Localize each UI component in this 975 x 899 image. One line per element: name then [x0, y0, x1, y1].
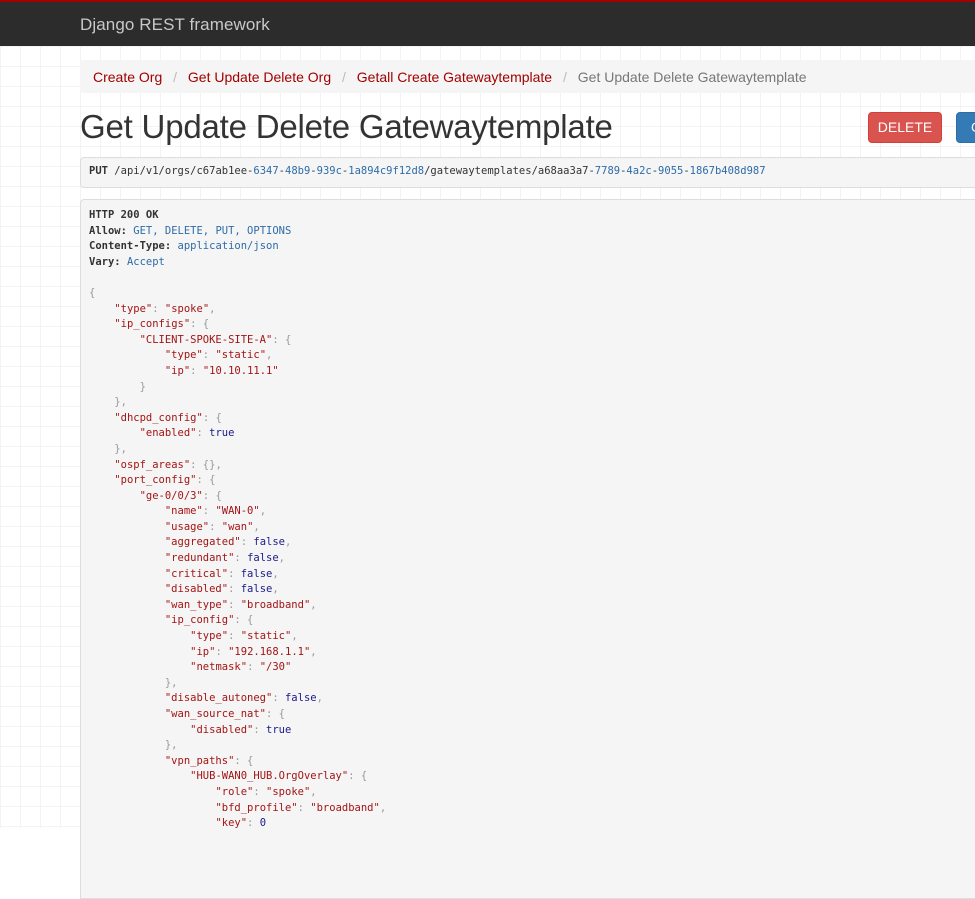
json-line: "type": "spoke",	[114, 302, 216, 315]
breadcrumb-item-active: Get Update Delete Gatewaytemplate	[577, 69, 807, 85]
json-line: "type": "static",	[164, 349, 273, 362]
json-line: "role": "spoke",	[215, 785, 317, 798]
json-line: "usage": "wan",	[164, 520, 260, 533]
json-line: "ge-0/0/3": {	[139, 489, 222, 502]
request-method: PUT	[89, 165, 108, 177]
json-line: "wan_type": "broadband",	[164, 598, 317, 611]
json-line: "HUB-WAN0_HUB.OrgOverlay": {	[190, 770, 368, 783]
json-line: "name": "WAN-0",	[164, 505, 267, 518]
breadcrumb-item-getall-create-gatewaytemplate[interactable]: Getall Create Gatewaytemplate	[357, 69, 552, 85]
json-line: {	[89, 286, 96, 299]
page-title: Get Update Delete Gatewaytemplate	[80, 108, 613, 145]
json-line: }	[139, 380, 146, 393]
json-line: "critical": false,	[164, 567, 279, 580]
json-line: "disable_autoneg": false,	[164, 692, 323, 705]
json-line: },	[164, 739, 178, 752]
brand-link[interactable]: Django REST framework	[80, 15, 270, 35]
response-body: { "type": "spoke", "ip_configs": { "CLIE…	[89, 286, 971, 832]
response-header: Allow: GET, DELETE, PUT, OPTIONS	[89, 224, 292, 237]
json-line: "ip": "192.168.1.1",	[190, 645, 317, 658]
delete-button[interactable]: DELETE	[868, 112, 942, 143]
navbar: Django REST framework	[0, 0, 975, 46]
json-line: "type": "static",	[190, 630, 298, 643]
json-line: "wan_source_nat": {	[164, 708, 285, 720]
json-line: "ospf_areas": {},	[114, 458, 222, 471]
json-line: },	[114, 442, 127, 455]
breadcrumb-item-create-org[interactable]: Create Org	[93, 69, 162, 85]
json-line: "redundant": false,	[164, 552, 285, 565]
json-line: "netmask": "/30"	[190, 661, 292, 674]
json-line: "vpn_paths": {	[164, 754, 254, 767]
json-line: "ip": "10.10.11.1"	[164, 364, 279, 377]
response-header: Vary: Accept	[89, 255, 165, 268]
json-line: "aggregated": false,	[164, 536, 292, 549]
json-line: "disabled": false,	[164, 583, 279, 596]
json-line: "port_config": {	[114, 474, 216, 487]
json-line: "disabled": true	[190, 723, 292, 736]
json-line: "dhcpd_config": {	[114, 411, 222, 424]
json-line: "CLIENT-SPOKE-SITE-A": {	[139, 333, 292, 346]
response-panel: HTTP 200 OK Allow: GET, DELETE, PUT, OPT…	[80, 199, 975, 899]
json-line: "ip_config": {	[164, 614, 254, 627]
json-line: },	[114, 396, 127, 409]
response-status: HTTP 200 OK	[89, 209, 159, 221]
breadcrumb: Create Org / Get Update Delete Org / Get…	[80, 60, 975, 93]
json-line: "ip_configs": {	[114, 318, 210, 331]
breadcrumb-separator: /	[563, 69, 567, 85]
request-path: /api/v1/orgs/c67ab1ee-6347-48b9-939c-1a8…	[114, 165, 766, 177]
json-line: },	[164, 676, 178, 689]
options-button[interactable]: O	[956, 112, 975, 143]
response-header: Content-Type: application/json	[89, 240, 279, 253]
breadcrumb-separator: /	[173, 69, 178, 85]
json-line: "key": 0	[215, 817, 267, 830]
main-content: Create Org / Get Update Delete Org / Get…	[80, 46, 975, 899]
breadcrumb-separator: /	[342, 69, 346, 85]
request-info: PUT /api/v1/orgs/c67ab1ee-6347-48b9-939c…	[80, 157, 975, 188]
json-line: "enabled": true	[139, 427, 235, 440]
breadcrumb-item-get-update-delete-org[interactable]: Get Update Delete Org	[188, 69, 331, 85]
json-line: "bfd_profile": "broadband",	[215, 801, 387, 814]
